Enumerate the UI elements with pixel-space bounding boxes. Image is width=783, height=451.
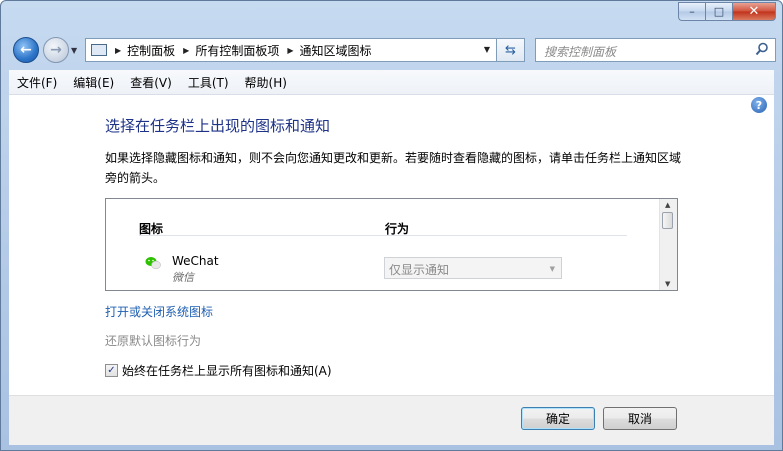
breadcrumb-notification-icons[interactable]: 通知区域图标	[300, 42, 372, 59]
behavior-select-value: 仅显示通知	[389, 263, 450, 277]
header-divider	[139, 235, 627, 236]
refresh-button[interactable]: ⇆	[497, 38, 525, 62]
scrollbar-thumb[interactable]	[662, 212, 673, 229]
page-title: 选择在任务栏上出现的图标和通知	[105, 117, 331, 135]
menu-help[interactable]: 帮助(H)	[237, 74, 295, 91]
breadcrumb-control-panel[interactable]: 控制面板	[127, 42, 175, 59]
main-content: ? 选择在任务栏上出现的图标和通知 如果选择隐藏图标和通知，则不会向您通知更改和…	[9, 95, 774, 395]
restore-default-link[interactable]: 还原默认图标行为	[105, 332, 201, 349]
scroll-down-icon[interactable]: ▼	[665, 280, 670, 288]
ok-button[interactable]: 确定	[521, 407, 595, 430]
caption-buttons: – □ ✕	[678, 2, 776, 22]
show-all-icons-label[interactable]: 始终在任务栏上显示所有图标和通知(A)	[122, 362, 332, 379]
minimize-button[interactable]: –	[678, 2, 705, 21]
cancel-button[interactable]: 取消	[603, 407, 677, 430]
address-bar[interactable]: ▶ 控制面板 ▶ 所有控制面板项 ▶ 通知区域图标 ▼	[85, 38, 497, 62]
maximize-button[interactable]: □	[705, 2, 732, 21]
system-icons-link[interactable]: 打开或关闭系统图标	[105, 303, 213, 320]
help-icon[interactable]: ?	[751, 97, 767, 113]
behavior-select[interactable]: 仅显示通知 ▼	[384, 257, 562, 279]
search-icon[interactable]	[755, 42, 769, 56]
notification-icons-list[interactable]: 图标 行为 WeChat 微信 仅显示通知 ▼ ▲ ▼	[105, 198, 678, 291]
address-dropdown-icon[interactable]: ▼	[484, 45, 490, 54]
chevron-down-icon: ▼	[549, 265, 555, 273]
menu-view[interactable]: 查看(V)	[122, 74, 180, 91]
forward-button[interactable]: →	[43, 37, 69, 63]
breadcrumb-separator-icon[interactable]: ▶	[183, 46, 189, 55]
refresh-icon: ⇆	[505, 42, 516, 58]
search-box[interactable]: 搜索控制面板	[535, 38, 776, 62]
control-panel-window: – □ ✕ ← → ▼ ▶ 控制面板 ▶ 所有控制面板项 ▶ 通知区域图标 ▼ …	[0, 0, 783, 451]
menu-file[interactable]: 文件(F)	[9, 74, 65, 91]
menu-bar: 文件(F) 编辑(E) 查看(V) 工具(T) 帮助(H)	[9, 70, 774, 95]
wechat-icon	[145, 257, 161, 270]
app-name: WeChat	[172, 254, 219, 268]
breadcrumb-all-items[interactable]: 所有控制面板项	[195, 42, 279, 59]
navigation-bar: ← → ▼ ▶ 控制面板 ▶ 所有控制面板项 ▶ 通知区域图标 ▼ ⇆ 搜索控制…	[9, 34, 776, 68]
breadcrumb-separator-icon[interactable]: ▶	[287, 46, 293, 55]
back-button[interactable]: ←	[13, 37, 39, 63]
list-scrollbar[interactable]: ▲ ▼	[659, 199, 677, 290]
recent-pages-chevron-down-icon[interactable]: ▼	[71, 46, 77, 55]
breadcrumb-separator-icon[interactable]: ▶	[115, 46, 121, 55]
show-all-icons-option[interactable]: ✓ 始终在任务栏上显示所有图标和通知(A)	[105, 362, 332, 379]
search-input[interactable]: 搜索控制面板	[544, 43, 616, 60]
show-all-icons-checkbox[interactable]: ✓	[105, 364, 118, 377]
scroll-up-icon[interactable]: ▲	[665, 201, 670, 209]
close-button[interactable]: ✕	[732, 2, 776, 21]
computer-icon	[91, 44, 107, 56]
dialog-button-bar: 确定 取消	[9, 395, 774, 445]
menu-edit[interactable]: 编辑(E)	[65, 74, 122, 91]
menu-tools[interactable]: 工具(T)	[180, 74, 237, 91]
page-description: 如果选择隐藏图标和通知，则不会向您通知更改和更新。若要随时查看隐藏的图标，请单击…	[105, 151, 682, 185]
app-subtitle: 微信	[172, 271, 194, 284]
